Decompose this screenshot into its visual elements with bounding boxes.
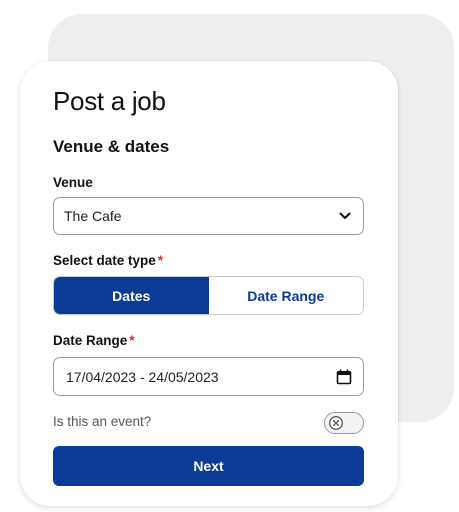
venue-label: Venue xyxy=(53,175,93,190)
date-type-toggle: Dates Date Range xyxy=(53,276,364,315)
date-range-label-text: Date Range xyxy=(53,333,128,348)
page-title: Post a job xyxy=(53,86,166,116)
date-range-input[interactable]: 17/04/2023 - 24/05/2023 xyxy=(53,357,364,396)
date-range-label: Date Range * xyxy=(53,333,135,348)
date-type-label: Select date type * xyxy=(53,253,163,268)
date-type-label-text: Select date type xyxy=(53,253,156,268)
next-button[interactable]: Next xyxy=(53,446,364,486)
venue-select-value: The Cafe xyxy=(64,208,122,224)
date-range-value: 17/04/2023 - 24/05/2023 xyxy=(66,368,219,385)
venue-label-text: Venue xyxy=(53,175,93,190)
date-type-option-dates[interactable]: Dates xyxy=(54,277,209,314)
required-asterisk: * xyxy=(157,253,164,268)
calendar-icon[interactable] xyxy=(335,368,353,386)
x-circle-icon xyxy=(327,414,345,432)
event-question-label: Is this an event? xyxy=(53,414,152,429)
event-toggle[interactable] xyxy=(324,412,364,434)
chevron-down-icon xyxy=(337,208,353,224)
venue-select[interactable]: The Cafe xyxy=(53,197,364,235)
section-title: Venue & dates xyxy=(53,137,170,156)
scene: Post a job Venue & dates Venue The Cafe … xyxy=(0,0,459,512)
required-asterisk: * xyxy=(129,333,135,348)
date-type-option-date-range[interactable]: Date Range xyxy=(208,277,363,314)
post-job-card: Post a job Venue & dates Venue The Cafe … xyxy=(20,61,398,506)
